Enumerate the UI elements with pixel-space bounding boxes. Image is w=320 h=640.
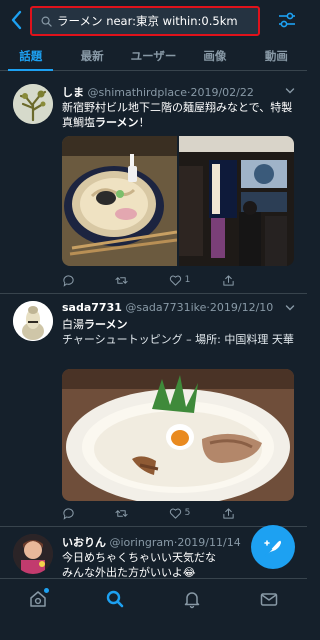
tweet-actions: 1 [62, 272, 262, 288]
tweet-text-line: チャーシュートッピング – 場所: 中国料理 天華 [62, 333, 294, 346]
nav-notifications[interactable] [154, 579, 231, 640]
search-input[interactable]: ラーメン near:東京 within:0.5km [30, 6, 260, 36]
app-root: ラーメン near:東京 within:0.5km 話題 最新 ユーザー 画像 … [0, 0, 307, 640]
like-button[interactable]: 1 [169, 272, 209, 288]
tab-latest[interactable]: 最新 [61, 41, 122, 70]
top-bar: ラーメン near:東京 within:0.5km [0, 0, 307, 40]
tweet-text: 今日めちゃくちゃいい天気だな みんな外出た方がいいよ😂 [62, 550, 242, 580]
avatar[interactable] [13, 84, 53, 124]
reply-icon [63, 274, 74, 287]
reply-button[interactable] [62, 505, 102, 521]
sliders-icon[interactable] [277, 10, 297, 30]
tweet-text: 白湯ラーメン チャーシュートッピング – 場所: 中国料理 天華 [62, 317, 294, 347]
timestamp: 2019/12/10 [209, 301, 274, 314]
like-count: 1 [184, 275, 191, 285]
media-grid [62, 136, 294, 266]
retweet-icon [115, 509, 128, 517]
like-count: 5 [184, 508, 191, 518]
media-image-ramen[interactable] [62, 369, 294, 501]
media-image-shop-front[interactable] [179, 136, 294, 266]
tweet-header: いおりん @ioringram·2019/11/14 [62, 536, 241, 549]
tweet-text: 新宿野村ビル地下二階の麺屋翔みなとで、特製真鯛塩ラーメン！ [62, 100, 294, 130]
tab-videos[interactable]: 動画 [246, 41, 307, 70]
share-icon [223, 274, 234, 286]
mail-icon [260, 593, 277, 606]
avatar-image [13, 84, 53, 124]
share-button[interactable] [222, 272, 262, 288]
avatar[interactable] [13, 301, 53, 341]
nav-search[interactable] [77, 579, 154, 640]
search-term-highlight: ラーメン [95, 116, 139, 129]
compose-tweet-button[interactable] [251, 525, 295, 569]
display-name[interactable]: いおりん [62, 536, 106, 549]
nav-home[interactable] [0, 579, 77, 640]
reply-icon [63, 507, 74, 520]
like-button[interactable]: 5 [169, 505, 209, 521]
tweet-card[interactable]: sada7731 @sada7731ike·2019/12/10 白湯ラーメン … [0, 295, 307, 527]
tab-top[interactable]: 話題 [0, 41, 61, 71]
tweet-card[interactable]: しま @shimathirdplace·2019/02/22 新宿野村ビル地下二… [0, 72, 307, 294]
search-icon [106, 590, 124, 608]
share-icon [223, 507, 234, 519]
bottom-navigation [0, 578, 307, 640]
tab-users[interactable]: ユーザー [123, 41, 184, 70]
tweet-actions: 5 [62, 505, 262, 521]
share-button[interactable] [222, 505, 262, 521]
retweet-icon [115, 276, 128, 284]
display-name[interactable]: しま [62, 86, 84, 99]
retweet-button[interactable] [115, 272, 155, 288]
feather-icon [264, 540, 281, 557]
bell-icon [184, 592, 200, 609]
tweet-text-part: ！ [138, 116, 150, 129]
tweet-text-part: 今日めちゃくちゃいい天気だな [62, 551, 216, 564]
timestamp: 2019/11/14 [177, 536, 241, 549]
display-name[interactable]: sada7731 [62, 301, 122, 314]
timestamp: 2019/02/22 [190, 86, 254, 99]
search-icon [41, 16, 52, 27]
nav-messages[interactable] [230, 579, 307, 640]
tab-photos[interactable]: 画像 [184, 41, 245, 70]
retweet-button[interactable] [115, 505, 155, 521]
avatar-image [13, 534, 53, 574]
search-term-highlight: ラーメン [84, 318, 128, 331]
search-tabs: 話題 最新 ユーザー 画像 動画 [0, 41, 307, 71]
tweet-header: sada7731 @sada7731ike·2019/12/10 [62, 301, 274, 314]
chevron-left-icon[interactable] [8, 9, 26, 31]
media-image-ramen-bowl[interactable] [62, 136, 177, 266]
handle: @ioringram [109, 536, 174, 549]
reply-button[interactable] [62, 272, 102, 288]
avatar[interactable] [13, 534, 53, 574]
tweet-header: しま @shimathirdplace·2019/02/22 [62, 86, 254, 99]
chevron-down-icon[interactable] [285, 86, 295, 96]
chevron-down-icon[interactable] [285, 303, 295, 313]
ramen-photo [62, 369, 294, 501]
avatar-image [13, 301, 53, 341]
heart-icon [169, 508, 181, 519]
tweet-text-part: 白湯 [62, 318, 84, 331]
notification-dot [44, 588, 49, 593]
search-query: ラーメン near:東京 within:0.5km [57, 14, 238, 28]
handle: @shimathirdplace [87, 86, 187, 99]
handle: @sada7731ike [125, 301, 207, 314]
heart-icon [169, 275, 181, 286]
